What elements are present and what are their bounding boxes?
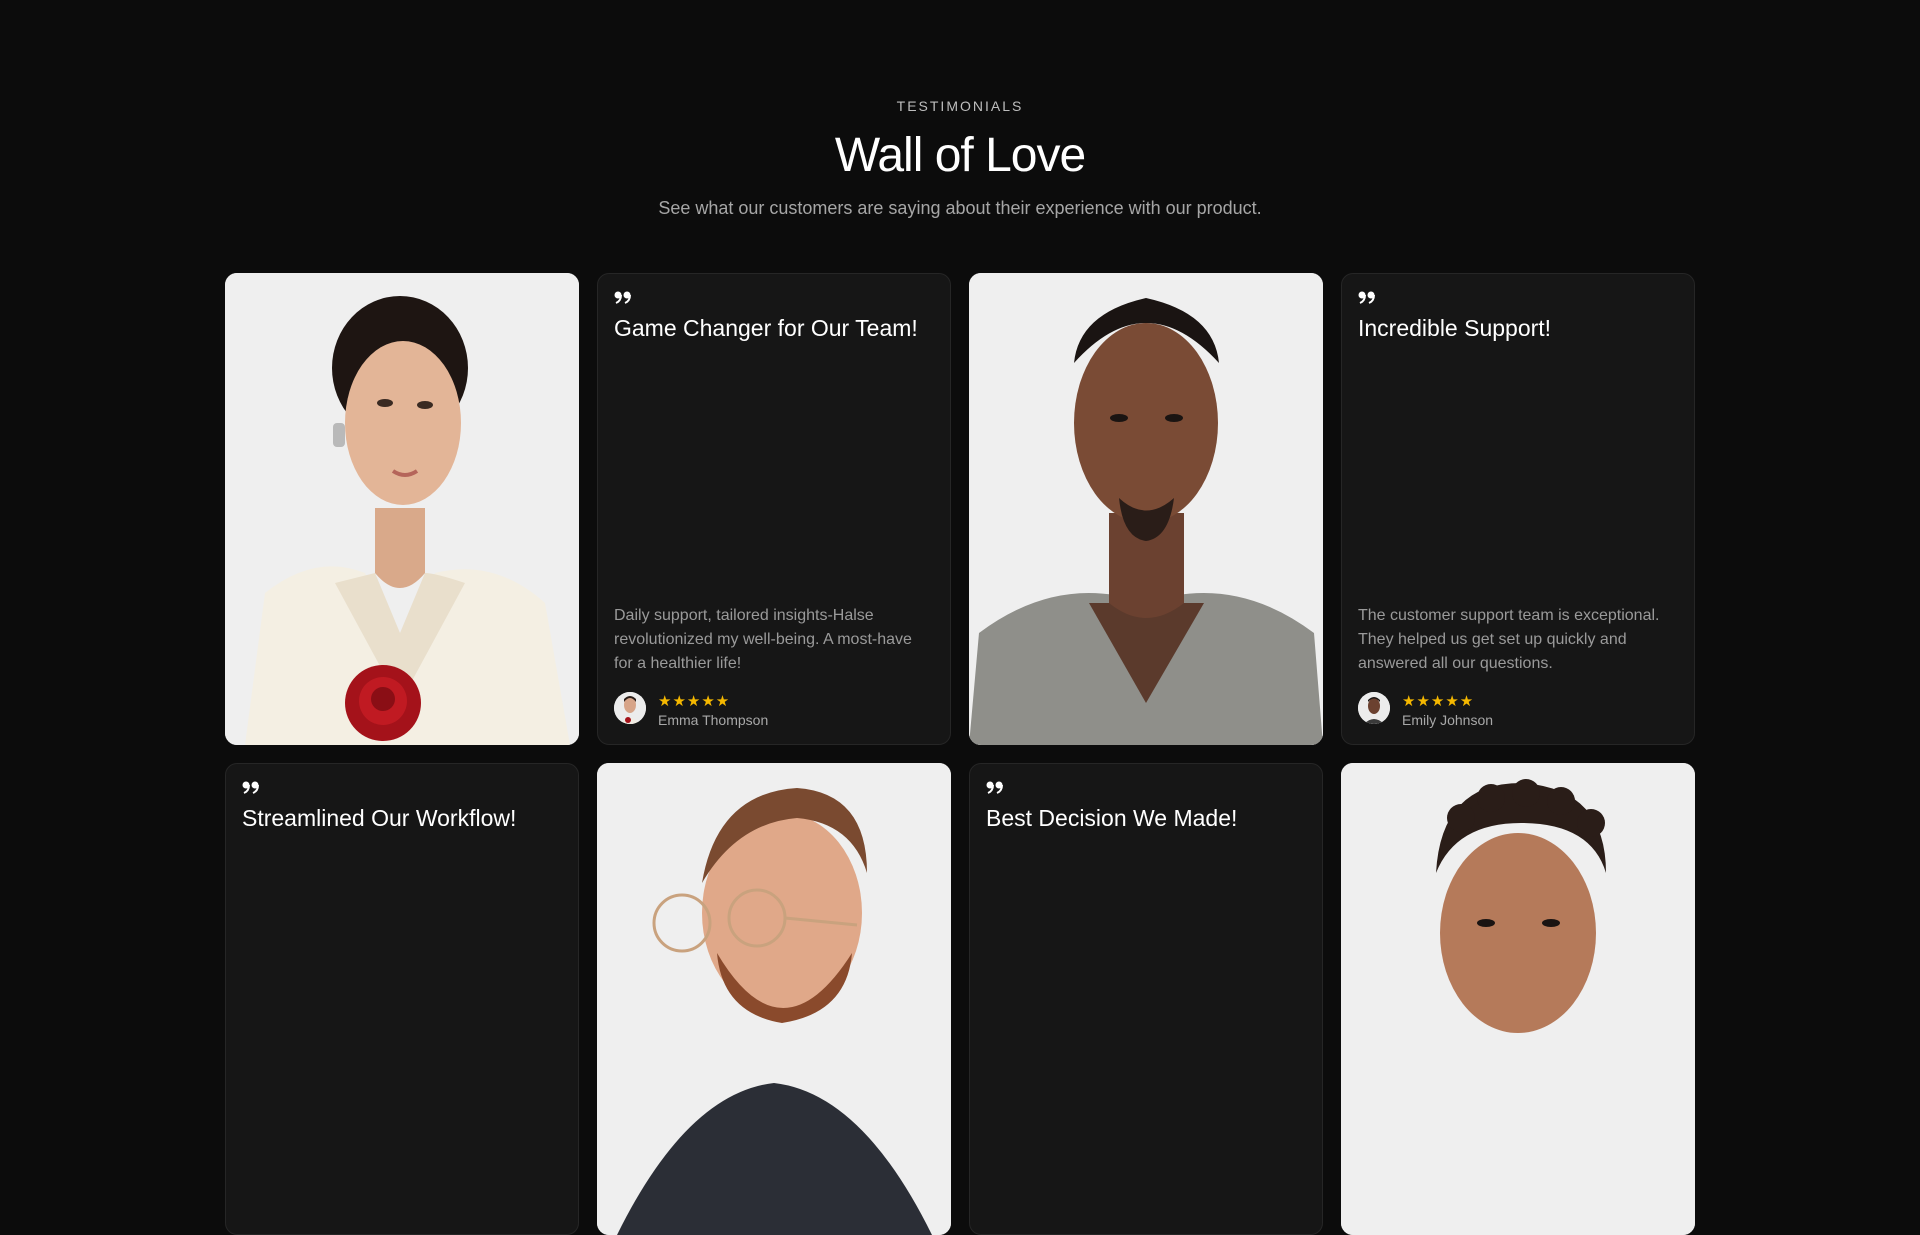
testimonial-card: Game Changer for Our Team! Daily support… (597, 273, 951, 745)
portrait-card-man-2 (597, 763, 951, 1235)
testimonial-body: Daily support, tailored insights-Halse r… (614, 607, 912, 672)
portrait-man-plaid-image (969, 273, 1323, 745)
quote-icon (1358, 291, 1375, 304)
testimonial-card: Streamlined Our Workflow! (225, 763, 579, 1235)
section-subtitle: See what our customers are saying about … (658, 198, 1262, 218)
author-name: Emma Thompson (658, 712, 769, 728)
portrait-card-man-3 (1341, 763, 1695, 1235)
testimonial-title: Incredible Support! (1358, 315, 1552, 341)
testimonial-title: Game Changer for Our Team! (614, 315, 918, 341)
section-title: Wall of Love (834, 129, 1086, 182)
quote-icon (242, 781, 259, 794)
rating-stars: ★★★★★ (658, 693, 731, 710)
section-eyebrow: TESTIMONIALS (896, 98, 1024, 114)
quote-icon (986, 781, 1003, 794)
rating-stars: ★★★★★ (1402, 693, 1475, 710)
testimonial-card: Incredible Support! The customer support… (1341, 273, 1695, 745)
testimonial-title: Streamlined Our Workflow! (242, 805, 517, 831)
portrait-man-glasses-image (597, 763, 951, 1235)
avatar (1358, 692, 1390, 724)
testimonial-card: Best Decision We Made! (969, 763, 1323, 1235)
portrait-woman-image (225, 273, 579, 745)
author-name: Emily Johnson (1402, 712, 1494, 728)
portrait-card-woman (225, 273, 579, 745)
testimonial-body: The customer support team is exceptional… (1358, 607, 1660, 672)
avatar (614, 692, 646, 724)
quote-icon (614, 291, 631, 304)
portrait-card-man-1 (969, 273, 1323, 745)
testimonial-title: Best Decision We Made! (986, 805, 1238, 831)
portrait-man-curly-image (1341, 763, 1695, 1235)
